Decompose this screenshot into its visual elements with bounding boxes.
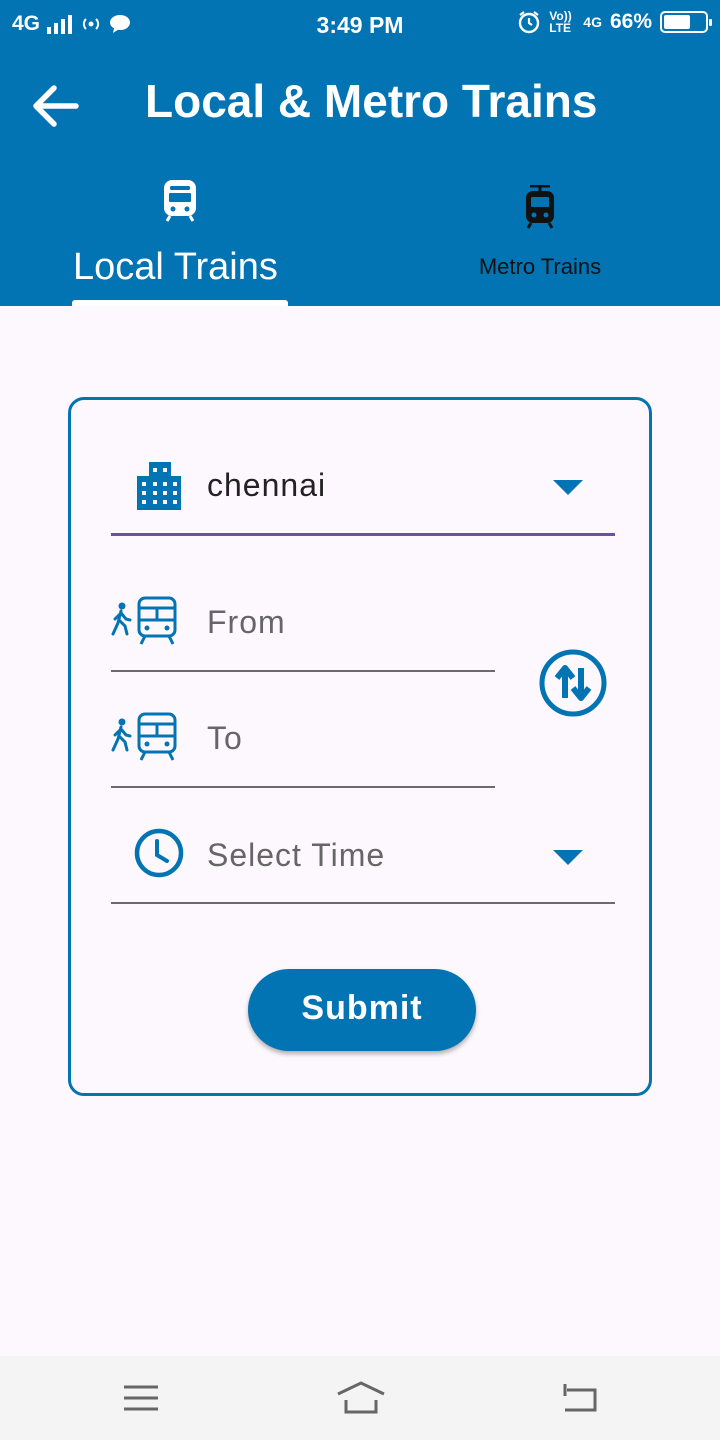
train-walk-icon xyxy=(111,712,177,761)
to-placeholder: To xyxy=(207,720,243,756)
city-value: chennai xyxy=(207,467,327,503)
back-nav-button[interactable] xyxy=(559,1380,599,1416)
home-icon xyxy=(337,1381,385,1414)
return-icon xyxy=(563,1384,597,1412)
battery-icon xyxy=(660,11,712,33)
chevron-down-icon xyxy=(553,850,583,865)
tab-local-trains[interactable]: Local Trains xyxy=(0,170,360,306)
swap-stations-button[interactable] xyxy=(538,648,608,718)
train-walk-icon xyxy=(111,596,177,645)
home-button[interactable] xyxy=(336,1380,386,1416)
status-bar: 4G 3:49 PM Vo)) LTE 4G 66% xyxy=(0,0,720,52)
to-station-input[interactable]: To xyxy=(111,696,495,788)
tab-selected-indicator xyxy=(72,300,288,306)
volte-indicator: Vo)) LTE xyxy=(549,9,572,35)
chevron-down-icon xyxy=(553,480,583,495)
train-icon xyxy=(164,180,196,222)
time-dropdown[interactable]: Select Time xyxy=(111,812,615,904)
submit-button[interactable]: Submit xyxy=(248,969,476,1051)
alarm-icon xyxy=(519,11,540,34)
page-title: Local & Metro Trains xyxy=(145,75,598,127)
search-form-card: chennai From To Select Time Submit xyxy=(68,397,652,1096)
tab-label: Metro Trains xyxy=(478,254,602,279)
tab-metro-trains[interactable]: Metro Trains xyxy=(360,170,720,306)
city-icon xyxy=(137,462,181,510)
battery-percent: 66% xyxy=(609,10,652,33)
city-dropdown[interactable]: chennai xyxy=(111,440,615,536)
network-type-right: 4G xyxy=(583,14,602,30)
menu-icon xyxy=(124,1385,158,1411)
app-bar: 4G 3:49 PM Vo)) LTE 4G 66% Local & Metro… xyxy=(0,0,720,306)
tram-icon xyxy=(526,185,554,229)
swap-vert-icon xyxy=(539,649,607,717)
back-button[interactable] xyxy=(28,78,84,134)
arrow-left-icon xyxy=(33,85,79,127)
time-placeholder: Select Time xyxy=(207,837,386,873)
from-placeholder: From xyxy=(207,604,286,640)
from-station-input[interactable]: From xyxy=(111,580,495,672)
menu-button[interactable] xyxy=(121,1380,161,1416)
tab-label: Local Trains xyxy=(73,246,278,288)
clock-icon xyxy=(134,828,184,878)
system-navigation-bar xyxy=(0,1356,720,1440)
